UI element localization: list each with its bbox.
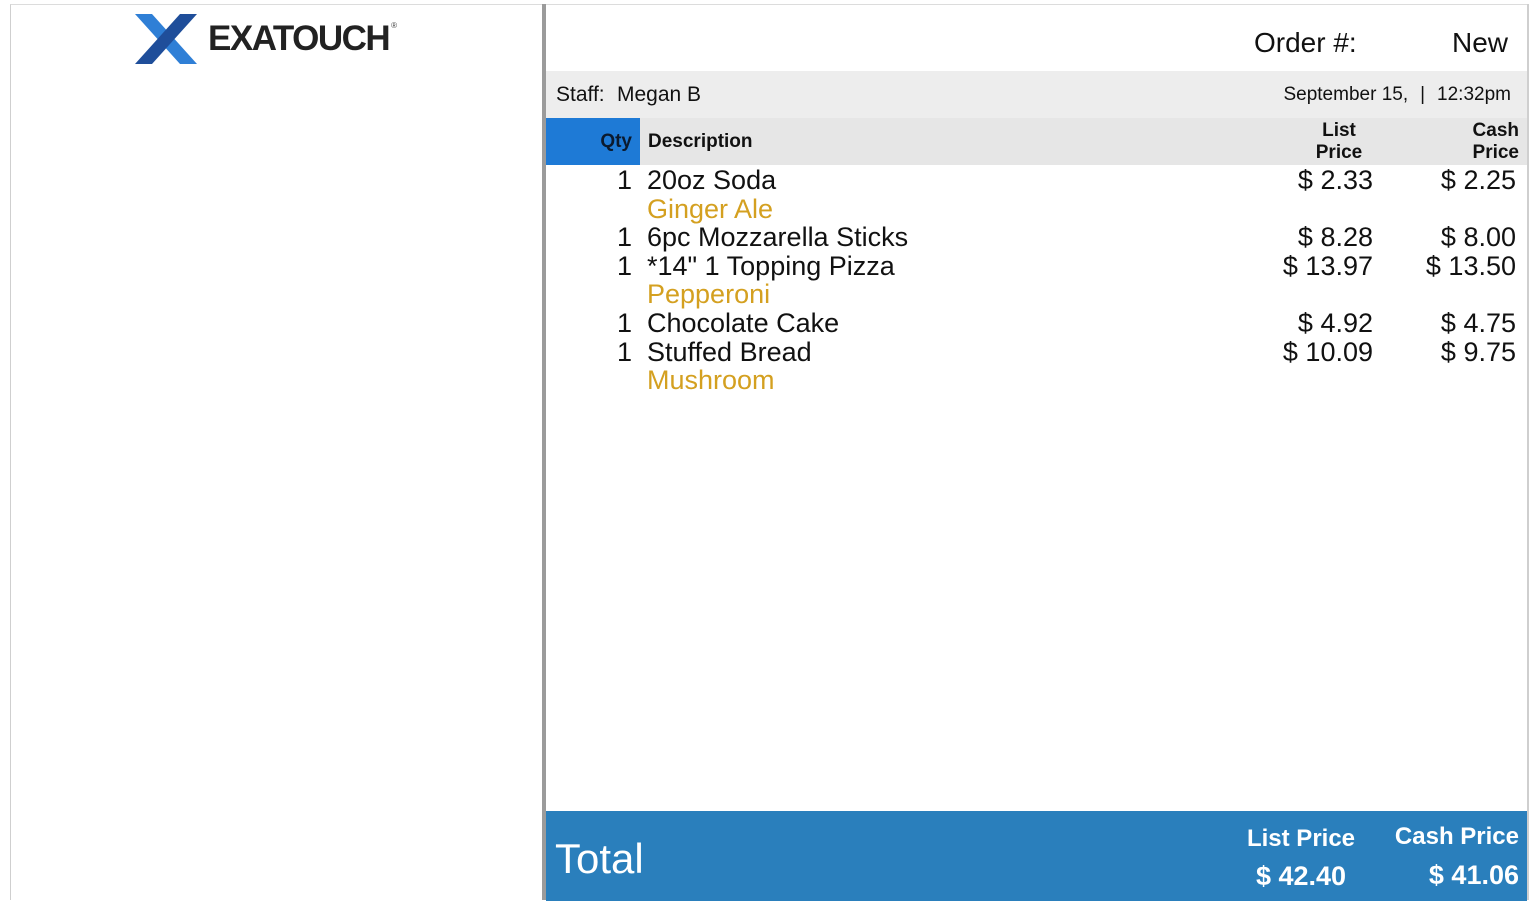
item-modifier: Pepperoni [647,279,771,310]
total-list-price-label: List Price [1246,825,1356,852]
item-description: *14" 1 Topping Pizza [647,250,895,281]
column-header-qty: Qty [546,118,640,165]
item-list-price: $ 10.09 [1282,336,1373,367]
staff-bar: Staff: Megan B September 15, | 12:32pm [546,71,1527,118]
item-cash-price: $ 8.00 [1440,222,1516,253]
order-item-row[interactable]: 1 6pc Mozzarella Sticks $ 8.28 $ 8.00 [546,223,1527,252]
list-price-header-line2: Price [1315,142,1363,163]
cash-price-header-line1: Cash [1472,120,1519,141]
column-header-list-price: List Price [1286,120,1392,164]
item-description: Stuffed Bread [647,336,812,367]
order-item-row[interactable]: 1 Chocolate Cake $ 4.92 $ 4.75 [546,309,1527,338]
total-list-price-value: $ 42.40 [1255,861,1347,891]
list-price-header-line1: List [1322,120,1356,141]
logo-panel: EXATOUCH ® [10,4,542,900]
order-number-label: Order #: [1254,27,1357,58]
item-modifier: Mushroom [647,365,775,396]
item-modifier-row[interactable]: Ginger Ale [546,195,1527,224]
column-header-description: Description [648,131,753,152]
order-number-value: New [1451,27,1508,58]
qty-header-label: Qty [600,131,632,152]
item-description: 20oz Soda [647,165,777,195]
item-modifier-row[interactable]: Mushroom [546,366,1527,395]
staff-label: Staff: [556,83,605,106]
item-modifier: Ginger Ale [647,193,774,224]
item-cash-price: $ 4.75 [1440,307,1516,338]
item-qty: 1 [616,222,632,253]
item-modifier-row[interactable]: Pepperoni [546,280,1527,309]
total-cash-price-label: Cash Price [1394,823,1519,850]
order-item-row[interactable]: 1 Stuffed Bread $ 10.09 $ 9.75 [546,338,1527,367]
order-date: September 15, [1283,84,1409,105]
cash-price-header-line2: Price [1472,142,1519,163]
order-time: 12:32pm [1437,84,1511,105]
exatouch-x-icon [135,14,197,64]
item-cash-price: $ 2.25 [1440,165,1516,195]
datetime-separator: | [1420,84,1426,105]
item-description: Chocolate Cake [647,307,840,338]
order-item-row[interactable]: 1 20oz Soda $ 2.33 $ 2.25 [546,166,1527,195]
item-cash-price: $ 13.50 [1425,250,1516,281]
item-description: 6pc Mozzarella Sticks [647,222,909,253]
order-panel: Order #: New Staff: Megan B September 15… [546,4,1527,901]
staff-name: Megan B [617,83,702,106]
item-table-header: Qty Description List Price Cash Price [546,118,1527,165]
registered-mark: ® [391,20,398,30]
item-qty: 1 [616,307,632,338]
item-qty: 1 [616,336,632,367]
order-datetime: September 15, | 12:32pm [1283,84,1511,106]
exatouch-logo: EXATOUCH ® [135,13,397,65]
total-cash-price-value: $ 41.06 [1428,860,1519,890]
order-item-list: 1 20oz Soda $ 2.33 $ 2.25 Ginger Ale 1 6… [546,166,1527,395]
item-list-price: $ 13.97 [1282,250,1373,281]
order-number-bar: Order #: New [546,5,1527,71]
column-header-cash-price: Cash Price [1473,120,1519,164]
item-qty: 1 [616,165,632,195]
item-list-price: $ 2.33 [1297,165,1373,195]
total-bar: Total List Price Cash Price $ 42.40 $ 41… [546,811,1527,901]
order-item-row[interactable]: 1 *14" 1 Topping Pizza $ 13.97 $ 13.50 [546,252,1527,281]
total-label: Total [555,835,644,882]
brand-name: EXATOUCH [208,19,391,58]
item-list-price: $ 8.28 [1297,222,1373,253]
item-list-price: $ 4.92 [1297,307,1373,338]
item-cash-price: $ 9.75 [1440,336,1516,367]
item-qty: 1 [616,250,632,281]
